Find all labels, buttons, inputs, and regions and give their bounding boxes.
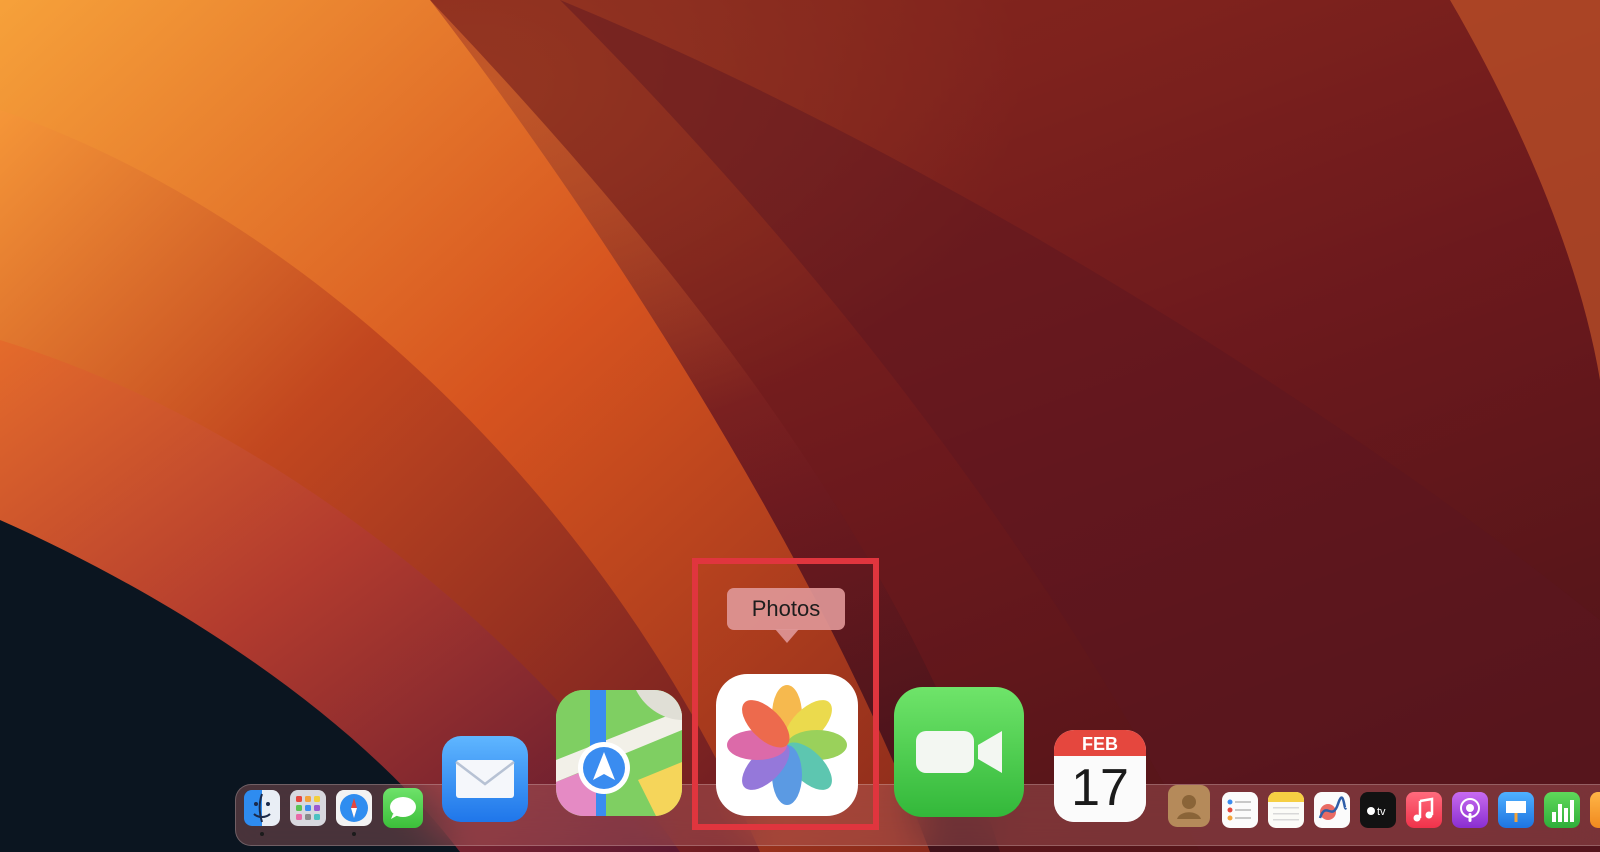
dock-item-facetime[interactable] (894, 687, 1024, 817)
mail-icon (442, 736, 528, 822)
dock-item-freeform[interactable] (1314, 792, 1350, 828)
notes-icon (1268, 792, 1304, 828)
dock-item-notes[interactable] (1268, 792, 1304, 828)
keynote-icon (1498, 792, 1534, 828)
contacts-icon (1168, 785, 1210, 827)
calendar-month: FEB (1054, 730, 1146, 756)
finder-icon (244, 790, 280, 826)
freeform-icon (1314, 792, 1350, 828)
pages-icon (1590, 792, 1600, 828)
maps-icon (556, 690, 682, 816)
dock-item-safari[interactable] (336, 790, 372, 836)
dock-item-finder[interactable] (244, 790, 280, 836)
calendar-icon: FEB 17 (1054, 730, 1146, 822)
dock-item-podcasts[interactable] (1452, 792, 1488, 828)
dock-item-maps[interactable] (556, 690, 682, 816)
facetime-icon (894, 687, 1024, 817)
dock-item-launchpad[interactable] (290, 790, 326, 826)
dock-item-numbers[interactable] (1544, 792, 1580, 828)
dock-item-messages[interactable] (383, 788, 423, 828)
dock-item-contacts[interactable] (1168, 785, 1210, 827)
running-indicator (260, 832, 264, 836)
dock-item-reminders[interactable] (1222, 792, 1258, 828)
calendar-day: 17 (1054, 756, 1146, 822)
safari-icon (336, 790, 372, 826)
dock-item-pages[interactable] (1590, 792, 1600, 828)
dock-item-mail[interactable] (442, 736, 528, 822)
dock-item-tv[interactable]: tv (1360, 792, 1396, 828)
dock-item-music[interactable] (1406, 792, 1442, 828)
apple-tv-icon: tv (1360, 792, 1396, 828)
highlight-box (692, 558, 879, 830)
music-icon (1406, 792, 1442, 828)
messages-icon (383, 788, 423, 828)
dock-item-keynote[interactable] (1498, 792, 1534, 828)
reminders-icon (1222, 792, 1258, 828)
podcasts-icon (1452, 792, 1488, 828)
svg-text:tv: tv (1377, 806, 1386, 818)
launchpad-icon (290, 790, 326, 826)
numbers-icon (1544, 792, 1580, 828)
running-indicator (352, 832, 356, 836)
dock-item-calendar[interactable]: FEB 17 (1054, 730, 1146, 822)
